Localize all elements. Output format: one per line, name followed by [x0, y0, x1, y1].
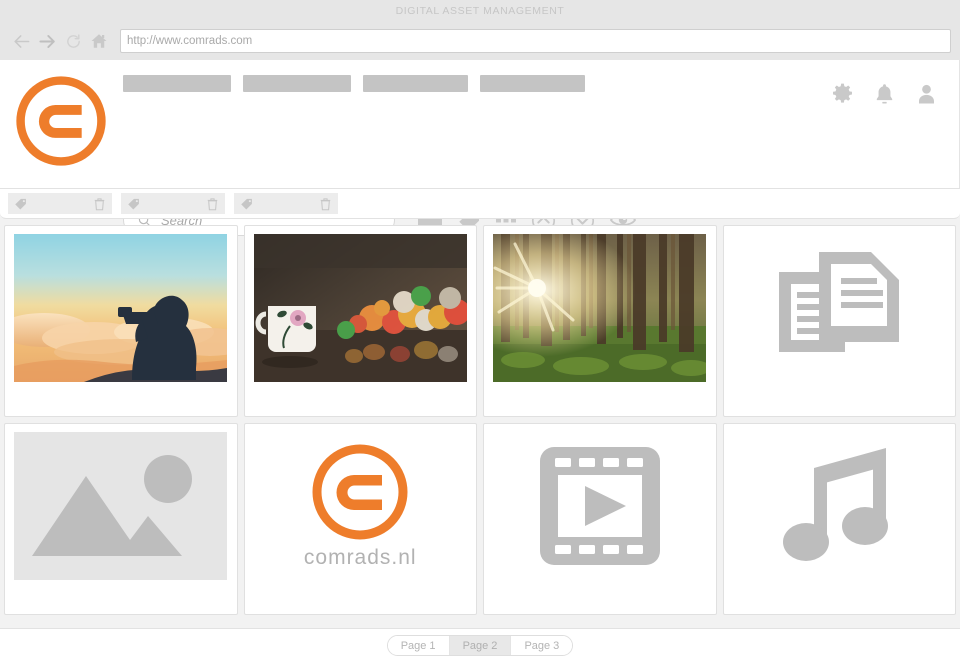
forward-button[interactable]: [34, 28, 60, 54]
main-navigation: [123, 75, 585, 92]
photographer-silhouette-sunset-image: [14, 234, 228, 382]
notifications-button[interactable]: [872, 82, 897, 107]
page-button-1[interactable]: Page 1: [387, 636, 450, 655]
settings-button[interactable]: [830, 82, 855, 107]
asset-grid-row: [4, 225, 956, 417]
pagination-footer: Page 1 Page 2 Page 3: [0, 628, 960, 662]
asset-thumbnail: comrads.nl: [253, 432, 469, 580]
asset-card-document[interactable]: [722, 225, 956, 417]
comrads-logo-icon: [312, 444, 408, 540]
page-button-3[interactable]: Page 3: [511, 636, 573, 655]
tag-icon: [15, 198, 26, 210]
page-button-2[interactable]: Page 2: [449, 636, 512, 655]
tag-chip-1[interactable]: [8, 193, 112, 214]
address-bar-text: http://www.comrads.com: [127, 35, 253, 47]
tag-icon: [241, 198, 252, 210]
asset-card-photographer[interactable]: [4, 225, 238, 417]
asset-thumbnail: [492, 432, 708, 580]
browser-titlebar: DIGITAL ASSET MANAGEMENT: [0, 0, 960, 22]
teacup-bokeh-lights-image: [253, 234, 467, 382]
home-button[interactable]: [86, 28, 112, 54]
tag-chip-2[interactable]: [121, 193, 225, 214]
gear-icon: [833, 83, 852, 103]
address-bar[interactable]: http://www.comrads.com: [120, 29, 951, 53]
tag-filter-bar: [0, 189, 960, 219]
browser-window-title: DIGITAL ASSET MANAGEMENT: [395, 5, 565, 17]
video-film-icon: [539, 447, 660, 565]
image-placeholder-icon: [14, 432, 228, 580]
nav-item-4[interactable]: [480, 75, 585, 92]
asset-thumbnail: [732, 432, 948, 580]
tag-icon: [128, 198, 139, 210]
asset-card-image-placeholder[interactable]: [4, 423, 238, 615]
document-icon: [779, 252, 900, 352]
asset-card-forest[interactable]: [483, 225, 717, 417]
nav-item-2[interactable]: [243, 75, 351, 92]
browser-window: DIGITAL ASSET MANAGEMENT http://www.comr…: [0, 0, 960, 662]
trash-icon[interactable]: [206, 197, 219, 211]
nav-item-1[interactable]: [123, 75, 231, 92]
asset-grid-row: comrads.nl: [4, 423, 956, 615]
trash-icon[interactable]: [319, 197, 332, 211]
bell-icon: [876, 84, 893, 104]
back-button[interactable]: [8, 28, 34, 54]
asset-card-audio[interactable]: [722, 423, 956, 615]
trash-icon[interactable]: [93, 197, 106, 211]
user-profile-button[interactable]: [914, 82, 939, 107]
reload-icon: [66, 33, 80, 48]
nav-item-3[interactable]: [363, 75, 468, 92]
arrow-left-icon: [13, 34, 29, 48]
user-icon: [919, 84, 934, 104]
home-icon: [91, 34, 107, 48]
app-header-panel: Search: [0, 60, 960, 236]
asset-grid: comrads.nl: [0, 219, 960, 628]
browser-navbar: http://www.comrads.com: [0, 22, 960, 60]
asset-thumbnail: [13, 234, 229, 382]
tag-chip-3[interactable]: [234, 193, 338, 214]
asset-card-video[interactable]: [483, 423, 717, 615]
sunlit-forest-image: [493, 234, 707, 382]
asset-card-comrads-logo[interactable]: comrads.nl: [243, 423, 477, 615]
comrads-logo[interactable]: [14, 74, 108, 168]
header-action-icons: [830, 82, 939, 107]
app-header: Search: [0, 60, 960, 236]
asset-thumbnail: [492, 234, 708, 382]
page-viewport: Search comrads.nl Page 1 Page 2 Page 3: [0, 60, 960, 662]
arrow-right-icon: [38, 34, 55, 48]
asset-thumbnail: [253, 234, 469, 382]
comrads-logo-icon: [16, 76, 106, 166]
asset-thumbnail: [732, 234, 948, 382]
reload-button[interactable]: [60, 28, 86, 54]
asset-thumbnail: [13, 432, 229, 580]
pagination: Page 1 Page 2 Page 3: [386, 635, 574, 656]
asset-card-teacup[interactable]: [243, 225, 477, 417]
music-note-icon: [783, 448, 889, 561]
asset-label: comrads.nl: [303, 546, 417, 569]
